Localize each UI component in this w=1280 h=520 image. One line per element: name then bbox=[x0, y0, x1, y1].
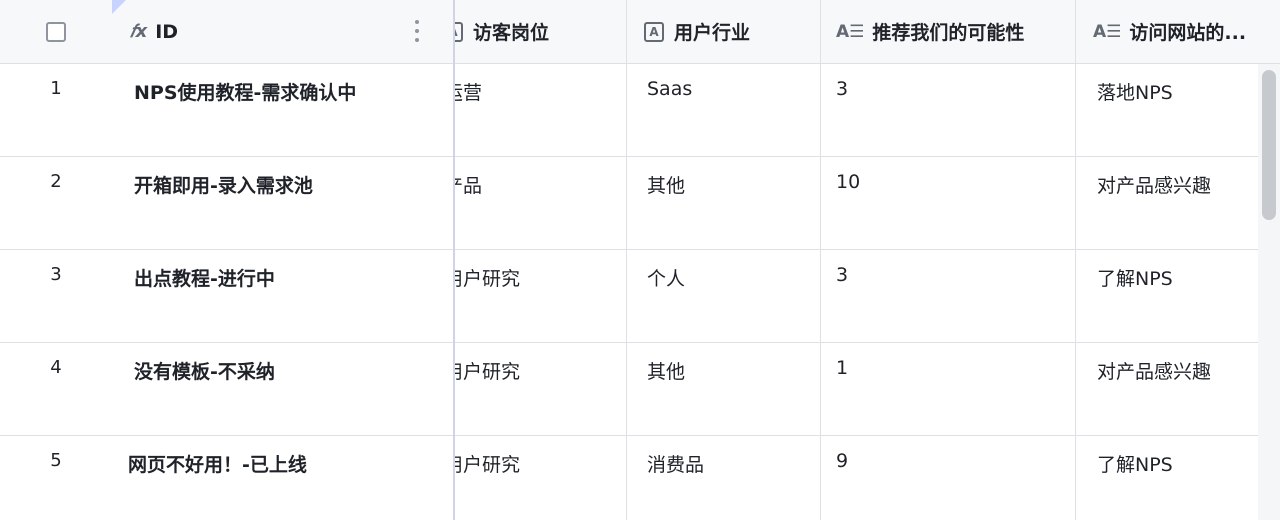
cell-recommend: 3 bbox=[836, 78, 849, 100]
column-label-position: 访客岗位 bbox=[473, 22, 550, 44]
vertical-scrollbar-thumb[interactable] bbox=[1262, 70, 1276, 220]
header-select-all[interactable] bbox=[0, 0, 112, 63]
cell-position: 用户研究 bbox=[453, 268, 521, 290]
select-all-checkbox[interactable] bbox=[46, 21, 66, 42]
cell-visit: 了解NPS bbox=[1097, 268, 1173, 290]
row-number: 3 bbox=[50, 264, 62, 285]
column-label-industry: 用户行业 bbox=[674, 22, 751, 44]
frozen-column-divider bbox=[453, 0, 455, 520]
cell-visit: 对产品感兴趣 bbox=[1097, 175, 1212, 197]
table-row[interactable]: 3 出点教程-进行中 用户研究 个人 3 了解NPS bbox=[0, 250, 1280, 343]
table-row[interactable]: 5 网页不好用！-已上线 用户研究 消费品 9 了解NPS bbox=[0, 436, 1280, 520]
cell-visit: 对产品感兴趣 bbox=[1097, 361, 1212, 383]
data-table: 𝑓x ID A 访客岗位 A 用户行业 A☰ 推荐我们的可能性 A☰ 访问网站的… bbox=[0, 0, 1280, 520]
column-label-id: ID bbox=[155, 20, 179, 43]
cell-industry: 其他 bbox=[647, 361, 686, 383]
long-text-icon: A☰ bbox=[1093, 21, 1122, 42]
cell-industry: 消费品 bbox=[647, 454, 705, 476]
cell-id: 没有模板-不采纳 bbox=[134, 361, 275, 383]
column-header-position[interactable]: A 访客岗位 bbox=[453, 0, 626, 63]
column-divider[interactable] bbox=[820, 0, 821, 520]
cell-recommend: 10 bbox=[836, 171, 861, 193]
cell-industry: Saas bbox=[647, 78, 693, 100]
table-header: 𝑓x ID A 访客岗位 A 用户行业 A☰ 推荐我们的可能性 A☰ 访问网站的… bbox=[0, 0, 1280, 64]
cell-position: 产品 bbox=[453, 175, 483, 197]
cell-recommend: 1 bbox=[836, 357, 849, 379]
cell-id: NPS使用教程-需求确认中 bbox=[134, 82, 357, 104]
cell-recommend: 3 bbox=[836, 264, 849, 286]
text-field-icon: A bbox=[644, 21, 664, 42]
cell-position: 用户研究 bbox=[453, 454, 521, 476]
cell-industry: 个人 bbox=[647, 268, 686, 290]
frozen-column-marker bbox=[112, 0, 126, 14]
cell-position: 用户研究 bbox=[453, 361, 521, 383]
column-divider[interactable] bbox=[626, 0, 627, 520]
table-row[interactable]: 2 开箱即用-录入需求池 产品 其他 10 对产品感兴趣 bbox=[0, 157, 1280, 250]
cell-id: 出点教程-进行中 bbox=[134, 268, 275, 290]
column-label-visit: 访问网站的... bbox=[1129, 22, 1247, 44]
column-header-id[interactable]: 𝑓x ID bbox=[112, 0, 453, 63]
cell-industry: 其他 bbox=[647, 175, 686, 197]
cell-visit: 了解NPS bbox=[1097, 454, 1173, 476]
column-divider[interactable] bbox=[1075, 0, 1076, 520]
table-row[interactable]: 1 NPS使用教程-需求确认中 运营 Saas 3 落地NPS bbox=[0, 64, 1280, 157]
row-number: 1 bbox=[50, 78, 62, 99]
cell-id: 开箱即用-录入需求池 bbox=[134, 175, 313, 197]
formula-icon: 𝑓x bbox=[130, 21, 148, 42]
row-number: 2 bbox=[50, 171, 62, 192]
row-number: 4 bbox=[50, 357, 62, 378]
column-header-recommend[interactable]: A☰ 推荐我们的可能性 bbox=[820, 0, 1075, 63]
row-number: 5 bbox=[50, 450, 62, 471]
table-row[interactable]: 4 没有模板-不采纳 用户研究 其他 1 对产品感兴趣 bbox=[0, 343, 1280, 436]
column-header-industry[interactable]: A 用户行业 bbox=[626, 0, 820, 63]
cell-id: 网页不好用！-已上线 bbox=[128, 454, 307, 476]
column-menu-icon[interactable] bbox=[415, 20, 419, 42]
cell-position: 运营 bbox=[453, 82, 483, 104]
long-text-icon: A☰ bbox=[836, 21, 865, 42]
cell-recommend: 9 bbox=[836, 450, 849, 472]
cell-visit: 落地NPS bbox=[1097, 82, 1173, 104]
column-header-visit[interactable]: A☰ 访问网站的... bbox=[1075, 0, 1280, 63]
column-label-recommend: 推荐我们的可能性 bbox=[872, 22, 1025, 44]
